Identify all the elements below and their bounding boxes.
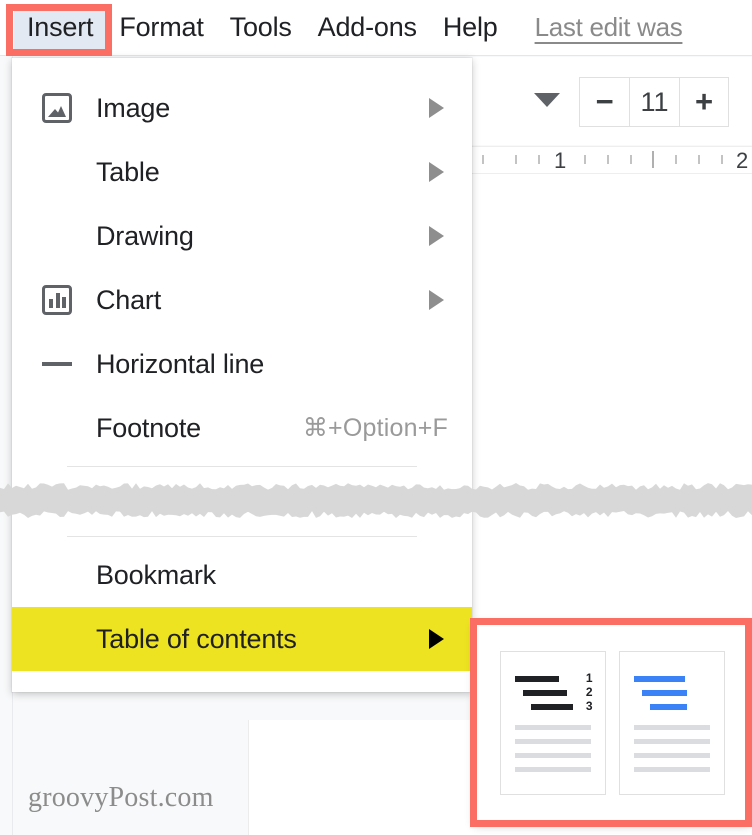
- menu-format[interactable]: Format: [106, 6, 216, 49]
- menu-item-label: Drawing: [96, 221, 194, 252]
- menu-item-label: Footnote: [96, 413, 201, 444]
- menu-separator: [67, 466, 417, 467]
- menu-tools[interactable]: Tools: [217, 6, 305, 49]
- font-size-increase-button[interactable]: +: [679, 77, 729, 127]
- font-size-decrease-button[interactable]: −: [579, 77, 629, 127]
- torn-paper-divider: [0, 477, 752, 524]
- toc-body-line: [515, 725, 591, 730]
- ruler-tick: [675, 155, 677, 164]
- insert-dropdown-menu: Image Table Drawing Chart Horizontal lin…: [12, 58, 472, 692]
- menu-insert[interactable]: Insert: [14, 6, 106, 49]
- menu-item-table-of-contents[interactable]: Table of contents: [12, 607, 472, 671]
- image-icon: [42, 93, 96, 123]
- ruler-label-1: 1: [554, 148, 566, 174]
- toc-body-line: [515, 753, 591, 758]
- submenu-arrow-icon: [429, 290, 444, 310]
- ruler-tick: [721, 155, 723, 164]
- screenshot-root: − 11 + 1 2 Insert Format Tools Add-ons H…: [0, 0, 752, 835]
- ruler-tick: [607, 155, 609, 164]
- toc-page-number: 3: [586, 700, 593, 712]
- menu-item-label: Table of contents: [96, 624, 297, 655]
- submenu-arrow-icon: [429, 629, 444, 649]
- menu-item-label: Image: [96, 93, 170, 124]
- toc-heading-line: [642, 690, 687, 696]
- toc-body-line: [515, 739, 591, 744]
- font-size-stepper[interactable]: − 11 +: [579, 77, 729, 127]
- toc-heading-line: [650, 704, 687, 710]
- submenu-arrow-icon: [429, 226, 444, 246]
- ruler-tick: [515, 155, 517, 164]
- ruler-tick: [698, 155, 700, 164]
- ruler-tick: [630, 155, 632, 164]
- toc-heading-line: [634, 676, 685, 682]
- menu-item-table[interactable]: Table: [12, 140, 472, 204]
- ruler-tick-major: [652, 151, 654, 168]
- menu-item-label: Horizontal line: [96, 349, 264, 380]
- ruler-tick: [482, 155, 484, 164]
- watermark: groovyPost.com: [28, 782, 214, 814]
- bar-chart-icon: [42, 285, 96, 315]
- toc-page-number: 2: [586, 686, 593, 698]
- toc-page-number: 1: [586, 672, 593, 684]
- toolbar: − 11 +: [472, 57, 752, 145]
- toc-body-line: [515, 767, 591, 772]
- chevron-down-icon[interactable]: [534, 93, 560, 107]
- menu-item-label: Chart: [96, 285, 161, 316]
- menu-add-ons[interactable]: Add-ons: [305, 6, 430, 49]
- submenu-arrow-icon: [429, 162, 444, 182]
- menu-item-shortcut: ⌘+Option+F: [303, 413, 448, 443]
- toc-heading-line: [515, 676, 559, 682]
- horizontal-line-icon: [42, 362, 96, 366]
- ruler-tick: [584, 155, 586, 164]
- toc-heading-line: [531, 704, 573, 710]
- toc-body-line: [634, 739, 710, 744]
- ruler-tick: [538, 155, 540, 164]
- submenu-arrow-icon: [429, 98, 444, 118]
- toc-body-line: [634, 767, 710, 772]
- toc-heading-line: [523, 690, 567, 696]
- menu-item-footnote[interactable]: Footnote ⌘+Option+F: [12, 396, 472, 460]
- toc-style-links[interactable]: [619, 651, 725, 795]
- toc-body-line: [634, 753, 710, 758]
- menu-item-bookmark[interactable]: Bookmark: [12, 543, 472, 607]
- menu-item-horizontal-line[interactable]: Horizontal line: [12, 332, 472, 396]
- menu-item-label: Table: [96, 157, 160, 188]
- last-edit-status[interactable]: Last edit was: [535, 12, 683, 43]
- toc-body-line: [634, 725, 710, 730]
- menu-item-image[interactable]: Image: [12, 76, 472, 140]
- menu-help[interactable]: Help: [430, 6, 511, 49]
- toc-style-numbered[interactable]: 1 2 3: [500, 651, 606, 795]
- menu-separator: [67, 536, 417, 537]
- menu-bar: Insert Format Tools Add-ons Help Last ed…: [0, 0, 752, 56]
- font-size-input[interactable]: 11: [629, 77, 679, 127]
- menu-item-chart[interactable]: Chart: [12, 268, 472, 332]
- ruler-label-2: 2: [736, 148, 748, 174]
- horizontal-ruler[interactable]: 1 2: [472, 146, 752, 174]
- table-of-contents-submenu: 1 2 3: [474, 622, 750, 824]
- menu-item-drawing[interactable]: Drawing: [12, 204, 472, 268]
- menu-item-label: Bookmark: [96, 560, 216, 591]
